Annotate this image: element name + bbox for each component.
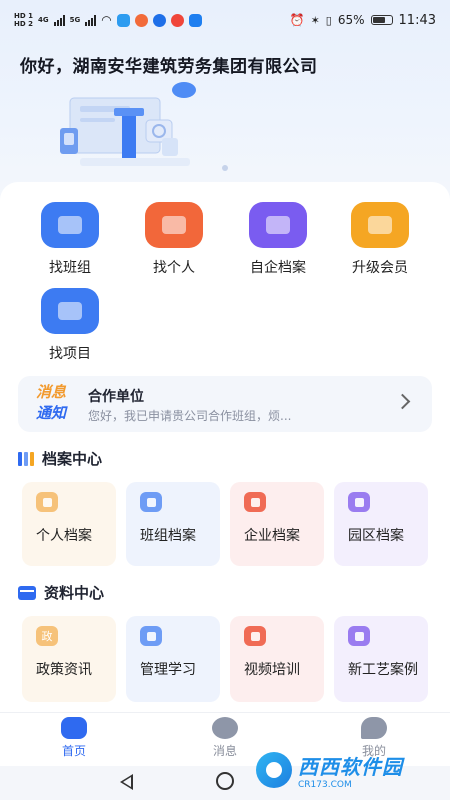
person-card-icon bbox=[145, 202, 203, 248]
policy-icon: 政 bbox=[36, 626, 58, 646]
weibo-icon bbox=[170, 13, 184, 27]
quick-action-find-project[interactable]: 找项目 bbox=[18, 288, 122, 363]
data-center-title: 资料中心 bbox=[44, 584, 105, 602]
watermark-main: 西西软件园 bbox=[298, 754, 403, 779]
tile-park-archive[interactable]: 园区档案 bbox=[334, 482, 428, 566]
tile-label: 个人档案 bbox=[36, 528, 92, 544]
status-left: HD 1 HD 2 4G 5G ◠ bbox=[14, 12, 202, 28]
tile-policy-news[interactable]: 政 政策资讯 bbox=[22, 616, 116, 702]
vibrate-icon: ▯ bbox=[325, 13, 332, 27]
learning-icon bbox=[140, 626, 162, 646]
message-notice[interactable]: 消息 通知 合作单位 您好，我已申请贵公司合作班组，烦... bbox=[18, 376, 432, 432]
policy-icon-glyph: 政 bbox=[41, 630, 53, 643]
quick-action-label: 找班组 bbox=[49, 260, 91, 276]
tile-company-archive[interactable]: 企业档案 bbox=[230, 482, 324, 566]
battery-icon bbox=[370, 15, 393, 25]
network-4g-label: 4G bbox=[37, 16, 49, 24]
hd-indicators: HD 1 HD 2 bbox=[14, 12, 33, 28]
chat-app-icon bbox=[152, 13, 166, 27]
tile-label: 园区档案 bbox=[348, 528, 404, 544]
watermark-text: 西西软件园 CR173.COM bbox=[298, 751, 403, 790]
alarm-icon: ⏰ bbox=[289, 13, 305, 27]
folder-icon bbox=[18, 585, 36, 600]
watermark-logo: 西西软件园 CR173.COM bbox=[256, 748, 444, 792]
chevron-right-icon bbox=[394, 393, 411, 410]
archive-books-icon bbox=[18, 451, 34, 466]
tab-messages-label: 消息 bbox=[212, 744, 237, 758]
watermark-sub: CR173.COM bbox=[298, 779, 352, 790]
tab-messages[interactable]: 消息 bbox=[185, 717, 265, 759]
bluetooth-icon: ✶ bbox=[310, 13, 320, 27]
message-icon bbox=[212, 717, 238, 739]
network-5g-label: 5G bbox=[69, 16, 81, 24]
tile-label: 政策资讯 bbox=[36, 662, 92, 678]
tile-video-training[interactable]: 视频培训 bbox=[230, 616, 324, 702]
video-icon bbox=[244, 626, 266, 646]
building-illustration-icon bbox=[60, 82, 196, 166]
signal2-icon bbox=[85, 14, 97, 26]
notice-tag: 消息 通知 bbox=[36, 382, 82, 424]
tile-new-craft-cases[interactable]: 新工艺案例 bbox=[334, 616, 428, 702]
tile-team-archive[interactable]: 班组档案 bbox=[126, 482, 220, 566]
quick-action-find-person[interactable]: 找个人 bbox=[122, 202, 226, 277]
park-archive-icon bbox=[348, 492, 370, 512]
tile-label: 视频培训 bbox=[244, 662, 300, 678]
status-bar: HD 1 HD 2 4G 5G ◠ ⏰ ✶ ▯ 65% 11:43 bbox=[0, 0, 450, 40]
home-circle-icon[interactable] bbox=[216, 772, 234, 790]
team-icon bbox=[41, 202, 99, 248]
tile-label: 班组档案 bbox=[140, 528, 196, 544]
quick-action-label: 找个人 bbox=[153, 260, 195, 276]
data-center-header: 资料中心 bbox=[18, 582, 104, 603]
vip-upgrade-icon bbox=[351, 202, 409, 248]
team-archive-icon bbox=[140, 492, 162, 512]
eye-app-icon bbox=[134, 13, 148, 27]
tile-label: 管理学习 bbox=[140, 662, 196, 678]
greeting-title: 你好，湖南安华建筑劳务集团有限公司 bbox=[20, 57, 318, 77]
quick-action-find-team[interactable]: 找班组 bbox=[18, 202, 122, 277]
project-icon bbox=[41, 288, 99, 334]
main-card: 找班组 找个人 自企档案 升级会员 找项目 消息 通知 合作单位 您好，我已申请… bbox=[0, 182, 450, 712]
gear-icon bbox=[348, 626, 370, 646]
hd1-label: HD 1 bbox=[14, 12, 33, 20]
quick-action-label: 自企档案 bbox=[250, 260, 306, 276]
back-icon[interactable] bbox=[120, 774, 133, 790]
home-icon bbox=[61, 717, 87, 739]
cloud-app-icon bbox=[188, 13, 202, 27]
notice-tag-line2: 通知 bbox=[36, 404, 67, 422]
profile-icon bbox=[361, 717, 387, 739]
tile-label: 新工艺案例 bbox=[348, 662, 418, 678]
archive-center-header: 档案中心 bbox=[18, 448, 102, 469]
tile-personal-archive[interactable]: 个人档案 bbox=[22, 482, 116, 566]
banner-page-indicator[interactable] bbox=[222, 165, 228, 171]
notice-text: 您好，我已申请贵公司合作班组，烦... bbox=[88, 409, 292, 423]
quick-action-upgrade-vip[interactable]: 升级会员 bbox=[328, 202, 432, 277]
personal-archive-icon bbox=[36, 492, 58, 512]
quick-action-label: 找项目 bbox=[49, 346, 91, 362]
hd2-label: HD 2 bbox=[14, 20, 33, 28]
archive-center-title: 档案中心 bbox=[42, 450, 103, 468]
notice-tag-line1: 消息 bbox=[36, 383, 67, 401]
notice-title: 合作单位 bbox=[88, 389, 144, 405]
battery-percent: 65% bbox=[337, 13, 365, 27]
company-archive-icon bbox=[249, 202, 307, 248]
status-right: ⏰ ✶ ▯ 65% 11:43 bbox=[290, 13, 436, 28]
tile-label: 企业档案 bbox=[244, 528, 300, 544]
tab-home[interactable]: 首页 bbox=[34, 717, 114, 759]
signal-icon bbox=[53, 14, 65, 26]
quick-action-company-archive[interactable]: 自企档案 bbox=[226, 202, 330, 277]
tile-management-learning[interactable]: 管理学习 bbox=[126, 616, 220, 702]
wifi-icon: ◠ bbox=[101, 13, 112, 27]
tab-home-label: 首页 bbox=[61, 744, 86, 758]
search-app-icon bbox=[116, 13, 130, 27]
quick-action-label: 升级会员 bbox=[352, 260, 408, 276]
watermark-logo-icon bbox=[256, 752, 292, 788]
status-time: 11:43 bbox=[398, 12, 436, 28]
company-archive-tile-icon bbox=[244, 492, 266, 512]
